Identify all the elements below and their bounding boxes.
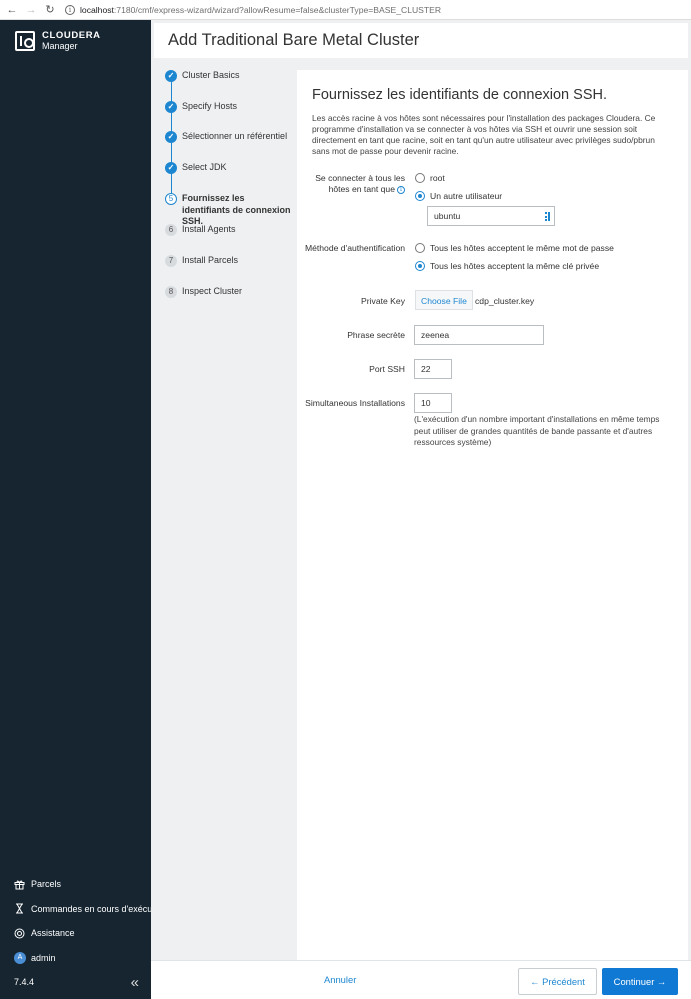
username-value: ubuntu xyxy=(434,211,461,221)
url-host: localhost xyxy=(80,4,114,15)
sidebar-nav: Parcels Commandes en cours d'exécution A… xyxy=(0,872,151,970)
passphrase-label: Phrase secrète xyxy=(347,330,405,340)
help-circle-icon xyxy=(14,928,25,939)
radio-label: Tous les hôtes acceptent la même clé pri… xyxy=(430,261,600,271)
check-icon: ✓ xyxy=(165,70,177,82)
ssh-port-input[interactable]: 22 xyxy=(414,359,452,379)
ssh-credentials-panel: Fournissez les identifiants de connexion… xyxy=(297,70,688,960)
login-as-label: Se connecter à tous les hôtes en tant qu… xyxy=(297,173,405,195)
wizard-step-2[interactable]: ✓ Specify Hosts xyxy=(165,101,237,113)
wizard-step-1[interactable]: ✓ Cluster Basics xyxy=(165,70,240,82)
simultaneous-installations-input[interactable]: 10 xyxy=(414,393,452,413)
sidebar-item-label: admin xyxy=(31,952,56,963)
ssh-port-value: 22 xyxy=(421,364,431,374)
step-label: Fournissez les identifiants de connexion… xyxy=(182,193,291,226)
back-button[interactable]: ← xyxy=(5,3,19,17)
auth-method-label: Méthode d'authentification xyxy=(304,243,405,253)
step-label: Sélectionner un référentiel xyxy=(182,131,288,141)
version-label: 7.4.4 xyxy=(14,977,35,987)
username-input[interactable]: ubuntu xyxy=(427,206,555,226)
radio-same-password[interactable] xyxy=(415,243,425,253)
autofill-icon[interactable] xyxy=(544,211,552,222)
continue-button[interactable]: Continuer → xyxy=(602,968,678,995)
radio-root[interactable] xyxy=(415,173,425,183)
step-label: Specify Hosts xyxy=(182,101,238,111)
step-number: 7 xyxy=(165,255,177,267)
address-bar[interactable]: i localhost:7180/cmf/express-wizard/wiza… xyxy=(65,2,691,18)
cloudera-logo[interactable]: CLOUDERA Manager xyxy=(15,31,101,51)
cloudera-logo-icon xyxy=(15,31,35,51)
url-text: localhost:7180/cmf/express-wizard/wizard… xyxy=(80,5,441,15)
wizard-step-6: 6 Install Agents xyxy=(165,224,236,236)
wizard-footer: Annuler ← Précédent Continuer → xyxy=(151,960,691,999)
sidebar-item-admin[interactable]: A admin xyxy=(0,946,151,971)
previous-button[interactable]: ← Précédent xyxy=(518,968,597,995)
auth-private-key-option[interactable]: Tous les hôtes acceptent la même clé pri… xyxy=(415,261,599,271)
main-content: Add Traditional Bare Metal Cluster ✓ Clu… xyxy=(151,20,691,999)
page-header: Add Traditional Bare Metal Cluster xyxy=(154,23,688,58)
passphrase-input[interactable]: zeenea xyxy=(414,325,544,345)
login-other-user-option[interactable]: Un autre utilisateur xyxy=(415,191,502,201)
avatar: A xyxy=(14,951,26,964)
step-label: Select JDK xyxy=(182,162,227,172)
wizard-step-8: 8 Inspect Cluster xyxy=(165,286,242,298)
logo-brand: CLOUDERA xyxy=(42,30,101,41)
hourglass-icon xyxy=(14,903,25,914)
radio-other-user[interactable] xyxy=(415,191,425,201)
simultaneous-installations-value: 10 xyxy=(421,398,431,408)
step-number: 5 xyxy=(165,193,177,205)
auth-password-option[interactable]: Tous les hôtes acceptent le même mot de … xyxy=(415,243,614,253)
private-key-label: Private Key xyxy=(361,296,405,306)
step-number: 8 xyxy=(165,286,177,298)
radio-label: Tous les hôtes acceptent le même mot de … xyxy=(430,243,614,253)
sidebar-footer: 7.4.4 « xyxy=(0,972,151,992)
browser-toolbar: ← → ↻ i localhost:7180/cmf/express-wizar… xyxy=(0,0,691,20)
logo-product: Manager xyxy=(42,41,78,51)
login-root-option[interactable]: root xyxy=(415,173,445,183)
passphrase-value: zeenea xyxy=(421,330,450,340)
wizard-step-5[interactable]: 5 Fournissez les identifiants de connexi… xyxy=(165,193,291,228)
info-icon[interactable]: i xyxy=(397,186,405,194)
sidebar-item-support[interactable]: Assistance xyxy=(0,921,151,946)
sidebar-item-parcels[interactable]: Parcels xyxy=(0,872,151,897)
check-icon: ✓ xyxy=(165,101,177,113)
choose-file-button[interactable]: Choose File xyxy=(415,290,473,310)
wizard-step-4[interactable]: ✓ Select JDK xyxy=(165,162,227,174)
collapse-sidebar-icon[interactable]: « xyxy=(131,974,139,991)
section-description: Les accès racine à vos hôtes sont nécess… xyxy=(312,113,656,156)
wizard-step-3[interactable]: ✓ Sélectionner un référentiel xyxy=(165,131,287,143)
login-as-label-text: Se connecter à tous les hôtes en tant qu… xyxy=(315,173,405,194)
sidebar-item-running-commands[interactable]: Commandes en cours d'exécution xyxy=(0,897,151,922)
check-icon: ✓ xyxy=(165,131,177,143)
sidebar-item-label: Assistance xyxy=(31,928,75,939)
sidebar-item-label: Parcels xyxy=(31,879,62,890)
step-label: Cluster Basics xyxy=(182,70,240,80)
wizard-step-7: 7 Install Parcels xyxy=(165,255,238,267)
gift-icon xyxy=(14,879,25,890)
page-title: Add Traditional Bare Metal Cluster xyxy=(168,31,420,49)
selected-file-name: cdp_cluster.key xyxy=(475,296,535,306)
ssh-port-label: Port SSH xyxy=(369,364,405,374)
radio-same-private-key[interactable] xyxy=(415,261,425,271)
radio-label: root xyxy=(430,173,445,183)
step-label: Inspect Cluster xyxy=(182,286,243,296)
sidebar: CLOUDERA Manager Parcels Commandes en co… xyxy=(0,20,151,999)
simultaneous-installations-hint: (L'exécution d'un nombre important d'ins… xyxy=(414,414,660,447)
forward-button[interactable]: → xyxy=(24,3,38,17)
step-number: 6 xyxy=(165,224,177,236)
step-label: Install Agents xyxy=(182,224,236,234)
cancel-button[interactable]: Annuler xyxy=(324,974,356,985)
check-icon: ✓ xyxy=(165,162,177,174)
step-label: Install Parcels xyxy=(182,255,239,265)
section-title: Fournissez les identifiants de connexion… xyxy=(312,87,607,103)
url-path: :7180/cmf/express-wizard/wizard?allowRes… xyxy=(113,4,442,15)
radio-label: Un autre utilisateur xyxy=(430,191,503,201)
info-icon[interactable]: i xyxy=(65,4,75,15)
simultaneous-installations-label: Simultaneous Installations xyxy=(305,398,405,408)
reload-button[interactable]: ↻ xyxy=(43,3,57,17)
sidebar-item-label: Commandes en cours d'exécution xyxy=(31,903,151,914)
